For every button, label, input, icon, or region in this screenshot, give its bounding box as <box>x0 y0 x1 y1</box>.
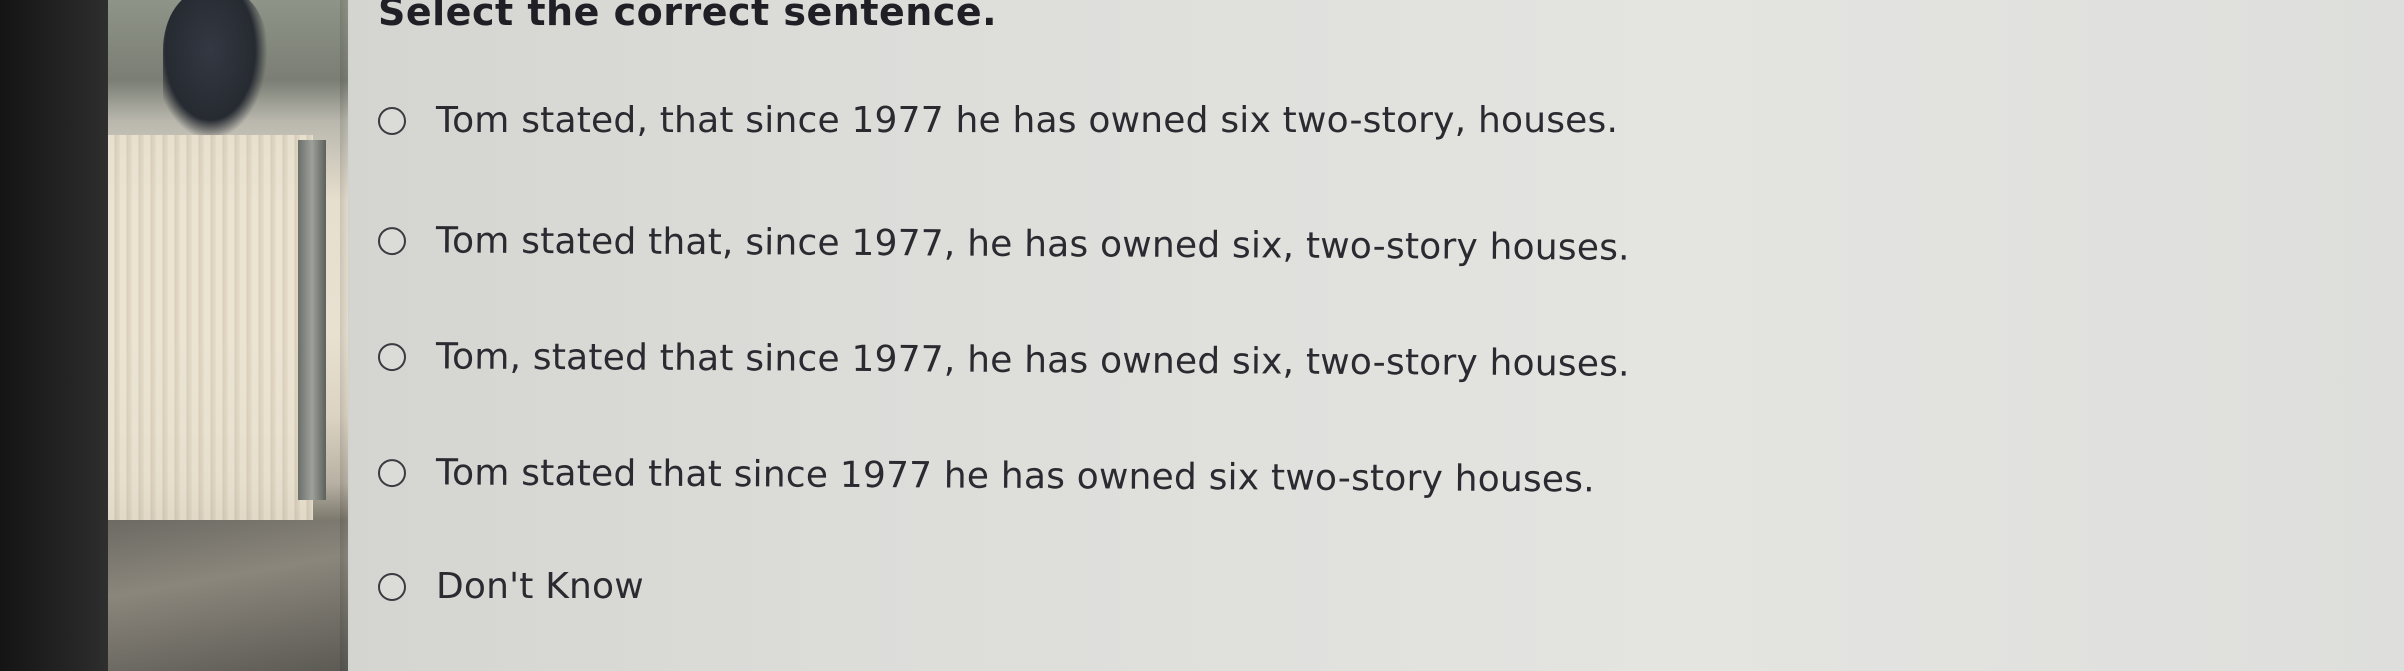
answer-option-label: Tom stated, that since 1977 he has owned… <box>436 100 1619 141</box>
answer-option-1[interactable]: Tom stated, that since 1977 he has owned… <box>378 100 1618 141</box>
photo-rail-shape <box>298 140 326 500</box>
background-photo <box>108 0 348 671</box>
question-panel: Select the correct sentence. Tom stated,… <box>377 0 2358 671</box>
answer-option-label: Don't Know <box>436 566 644 607</box>
answer-option-2[interactable]: Tom stated that, since 1977, he has owne… <box>377 220 1630 269</box>
answer-option-label: Tom stated that, since 1977, he has owne… <box>435 220 1630 269</box>
photo-ground-shape <box>108 520 348 671</box>
screen: Select the correct sentence. Tom stated,… <box>0 0 2404 671</box>
answer-option-label: Tom stated that since 1977 he has owned … <box>435 452 1595 501</box>
answer-option-label: Tom, stated that since 1977, he has owne… <box>435 336 1630 385</box>
answer-option-dont-know[interactable]: Don't Know <box>378 566 644 607</box>
photo-fence-shape <box>108 135 313 525</box>
radio-button-icon[interactable] <box>377 458 407 487</box>
radio-button-icon[interactable] <box>378 572 406 601</box>
question-title: Select the correct sentence. <box>378 0 998 34</box>
radio-button-icon[interactable] <box>377 342 407 371</box>
monitor-bezel <box>0 0 118 671</box>
radio-button-icon[interactable] <box>378 106 406 135</box>
photo-edge-shadow <box>340 0 350 671</box>
answer-option-4[interactable]: Tom stated that since 1977 he has owned … <box>377 452 1595 501</box>
radio-button-icon[interactable] <box>377 226 407 255</box>
answer-option-3[interactable]: Tom, stated that since 1977, he has owne… <box>377 336 1630 385</box>
photo-person-shape <box>163 0 268 140</box>
